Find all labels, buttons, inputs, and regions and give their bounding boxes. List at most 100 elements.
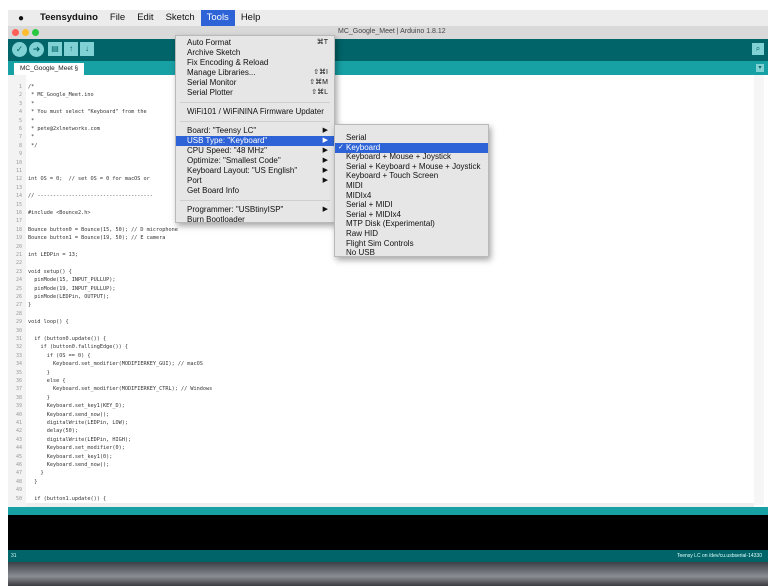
- usb-type-option[interactable]: ✓ Keyboard: [335, 142, 488, 153]
- code-line[interactable]: Bounce button1 = Bounce(19, 50); // E ca…: [28, 235, 165, 241]
- tools-menu-item[interactable]: Programmer: "USBtinyISP" ▶: [176, 205, 334, 215]
- code-line[interactable]: digitalWrite(LEDPin, LOW);: [28, 420, 128, 426]
- line-number: 22: [15, 260, 22, 267]
- code-line[interactable]: }: [28, 370, 50, 376]
- vertical-scrollbar[interactable]: [754, 75, 764, 505]
- code-line[interactable]: * pete@2xlnetworks.com: [28, 126, 100, 132]
- usb-type-option-label: MIDI: [346, 181, 363, 190]
- tools-menu-item[interactable]: Board: "Teensy LC" ▶: [176, 126, 334, 136]
- submenu-arrow-icon: ▶: [322, 137, 328, 144]
- code-line[interactable]: pinMode(19, INPUT_PULLUP);: [28, 286, 115, 292]
- open-sketch-button[interactable]: ↑: [64, 42, 78, 56]
- usb-type-option[interactable]: Serial + MIDI: [335, 200, 488, 210]
- close-window-button[interactable]: [12, 29, 19, 36]
- usb-type-option[interactable]: Serial + MIDIx4: [335, 210, 488, 220]
- tools-menu-item[interactable]: CPU Speed: "48 MHz" ▶: [176, 146, 334, 156]
- minimize-window-button[interactable]: [22, 29, 29, 36]
- usb-type-option[interactable]: Flight Sim Controls: [335, 239, 488, 249]
- menu-help[interactable]: Help: [235, 10, 267, 26]
- usb-type-option[interactable]: No USB: [335, 248, 488, 258]
- tools-menu-item[interactable]: Auto Format ⌘T: [176, 38, 334, 48]
- apple-icon[interactable]: ●: [8, 13, 34, 24]
- line-number: 31: [15, 336, 22, 342]
- code-line[interactable]: delay(50);: [28, 428, 78, 434]
- new-sketch-button[interactable]: ▤: [48, 42, 62, 56]
- code-line[interactable]: * You must select "Keyboard" from the: [28, 109, 147, 115]
- code-line[interactable]: pinMode(15, INPUT_PULLUP);: [28, 277, 115, 283]
- tools-menu-item[interactable]: Optimize: "Smallest Code" ▶: [176, 156, 334, 166]
- console-divider[interactable]: [8, 507, 768, 515]
- line-number: 36: [15, 378, 22, 384]
- code-line[interactable]: }: [28, 395, 50, 401]
- tools-menu-item[interactable]: Archive Sketch: [176, 48, 334, 58]
- desk-background: [8, 562, 768, 586]
- code-line[interactable]: if (button1.update()) {: [28, 496, 106, 502]
- code-line[interactable]: if (button0.update()) {: [28, 336, 106, 342]
- save-sketch-button[interactable]: ↓: [80, 42, 94, 56]
- code-line[interactable]: void loop() {: [28, 319, 69, 325]
- tab-menu-icon[interactable]: ▾: [756, 64, 764, 72]
- code-line[interactable]: digitalWrite(LEDPin, HIGH);: [28, 437, 131, 443]
- tools-menu-item[interactable]: Manage Libraries... ⇧⌘I: [176, 68, 334, 78]
- code-line[interactable]: Keyboard.set_modifier(MODIFIERKEY_GUI); …: [28, 361, 203, 367]
- usb-type-option[interactable]: MTP Disk (Experimental): [335, 219, 488, 229]
- code-line[interactable]: pinMode(LEDPin, OUTPUT);: [28, 294, 109, 300]
- code-line[interactable]: }: [28, 479, 37, 485]
- tools-menu-item[interactable]: WiFi101 / WiFiNINA Firmware Updater: [176, 107, 334, 117]
- code-line[interactable]: *: [28, 101, 34, 107]
- code-line[interactable]: }: [28, 302, 31, 308]
- usb-type-option[interactable]: Serial: [335, 133, 488, 143]
- tools-menu-item[interactable]: Get Board Info: [176, 186, 334, 196]
- tools-menu-item[interactable]: Burn Bootloader: [176, 215, 334, 225]
- code-line[interactable]: */: [28, 143, 37, 149]
- code-line[interactable]: Keyboard.send_now();: [28, 462, 109, 468]
- menu-tools[interactable]: Tools: [200, 10, 235, 26]
- code-line[interactable]: if (button0.fallingEdge()) {: [28, 344, 127, 350]
- tools-menu-item[interactable]: Fix Encoding & Reload: [176, 58, 334, 68]
- usb-type-option-label: Serial + MIDI: [346, 200, 393, 210]
- line-number: 50: [15, 495, 22, 502]
- code-line[interactable]: /*: [28, 84, 34, 90]
- code-line[interactable]: *: [28, 134, 34, 140]
- code-line[interactable]: *: [28, 118, 34, 124]
- code-line[interactable]: * MC_Google_Meet.ino: [28, 92, 93, 98]
- line-number: 38: [15, 394, 22, 401]
- code-line[interactable]: }: [28, 470, 43, 476]
- usb-type-option[interactable]: Keyboard + Mouse + Joystick: [335, 152, 488, 162]
- usb-type-option[interactable]: Keyboard + Touch Screen: [335, 171, 488, 181]
- code-line[interactable]: int OS = 0; // set OS = 0 for macOS or: [28, 176, 150, 182]
- submenu-arrow-icon: ▶: [322, 127, 328, 134]
- code-line[interactable]: Bounce button0 = Bounce(15, 50); // D mi…: [28, 227, 178, 233]
- code-line[interactable]: Keyboard.set_key1(KEY_D);: [28, 403, 125, 409]
- upload-button[interactable]: ➜: [29, 42, 44, 57]
- code-line[interactable]: void setup() {: [28, 269, 72, 275]
- menu-file[interactable]: File: [104, 10, 131, 26]
- menu-sketch[interactable]: Sketch: [160, 10, 201, 26]
- usb-type-option[interactable]: MIDI: [335, 181, 488, 191]
- code-line[interactable]: // -------------------------------------: [28, 193, 153, 199]
- code-line[interactable]: Keyboard.set_key1(0);: [28, 454, 113, 460]
- serial-monitor-button[interactable]: ⌕: [752, 43, 764, 55]
- tools-menu-item[interactable]: Port ▶: [176, 176, 334, 186]
- code-line[interactable]: Keyboard.set_modifier(0);: [28, 445, 125, 451]
- code-line[interactable]: int LEDPin = 13;: [28, 252, 78, 258]
- tools-menu-item[interactable]: Keyboard Layout: "US English" ▶: [176, 166, 334, 176]
- usb-type-option[interactable]: MIDIx4: [335, 191, 488, 201]
- menu-edit[interactable]: Edit: [131, 10, 159, 26]
- code-line[interactable]: if (OS == 0) {: [28, 353, 91, 359]
- code-line[interactable]: Keyboard.send_now();: [28, 412, 109, 418]
- code-line[interactable]: Keyboard.set_modifier(MODIFIERKEY_CTRL);…: [28, 386, 212, 392]
- menu-app-name[interactable]: Teensyduino: [34, 10, 104, 26]
- code-line[interactable]: #include <Bounce2.h>: [28, 210, 90, 216]
- window-title: MC_Google_Meet | Arduino 1.8.12: [338, 28, 446, 35]
- usb-type-option[interactable]: Serial + Keyboard + Mouse + Joystick: [335, 162, 488, 172]
- code-line[interactable]: else {: [28, 378, 66, 384]
- verify-button[interactable]: ✓: [12, 42, 27, 57]
- line-number: 17: [15, 218, 22, 225]
- zoom-window-button[interactable]: [32, 29, 39, 36]
- tools-menu-item[interactable]: USB Type: "Keyboard" ▶: [176, 136, 334, 146]
- tools-menu-item[interactable]: Serial Plotter ⇧⌘L: [176, 88, 334, 98]
- usb-type-option[interactable]: Raw HID: [335, 229, 488, 239]
- tools-menu-item[interactable]: Serial Monitor ⇧⌘M: [176, 78, 334, 88]
- tab-mc-google-meet[interactable]: MC_Google_Meet §: [14, 63, 85, 75]
